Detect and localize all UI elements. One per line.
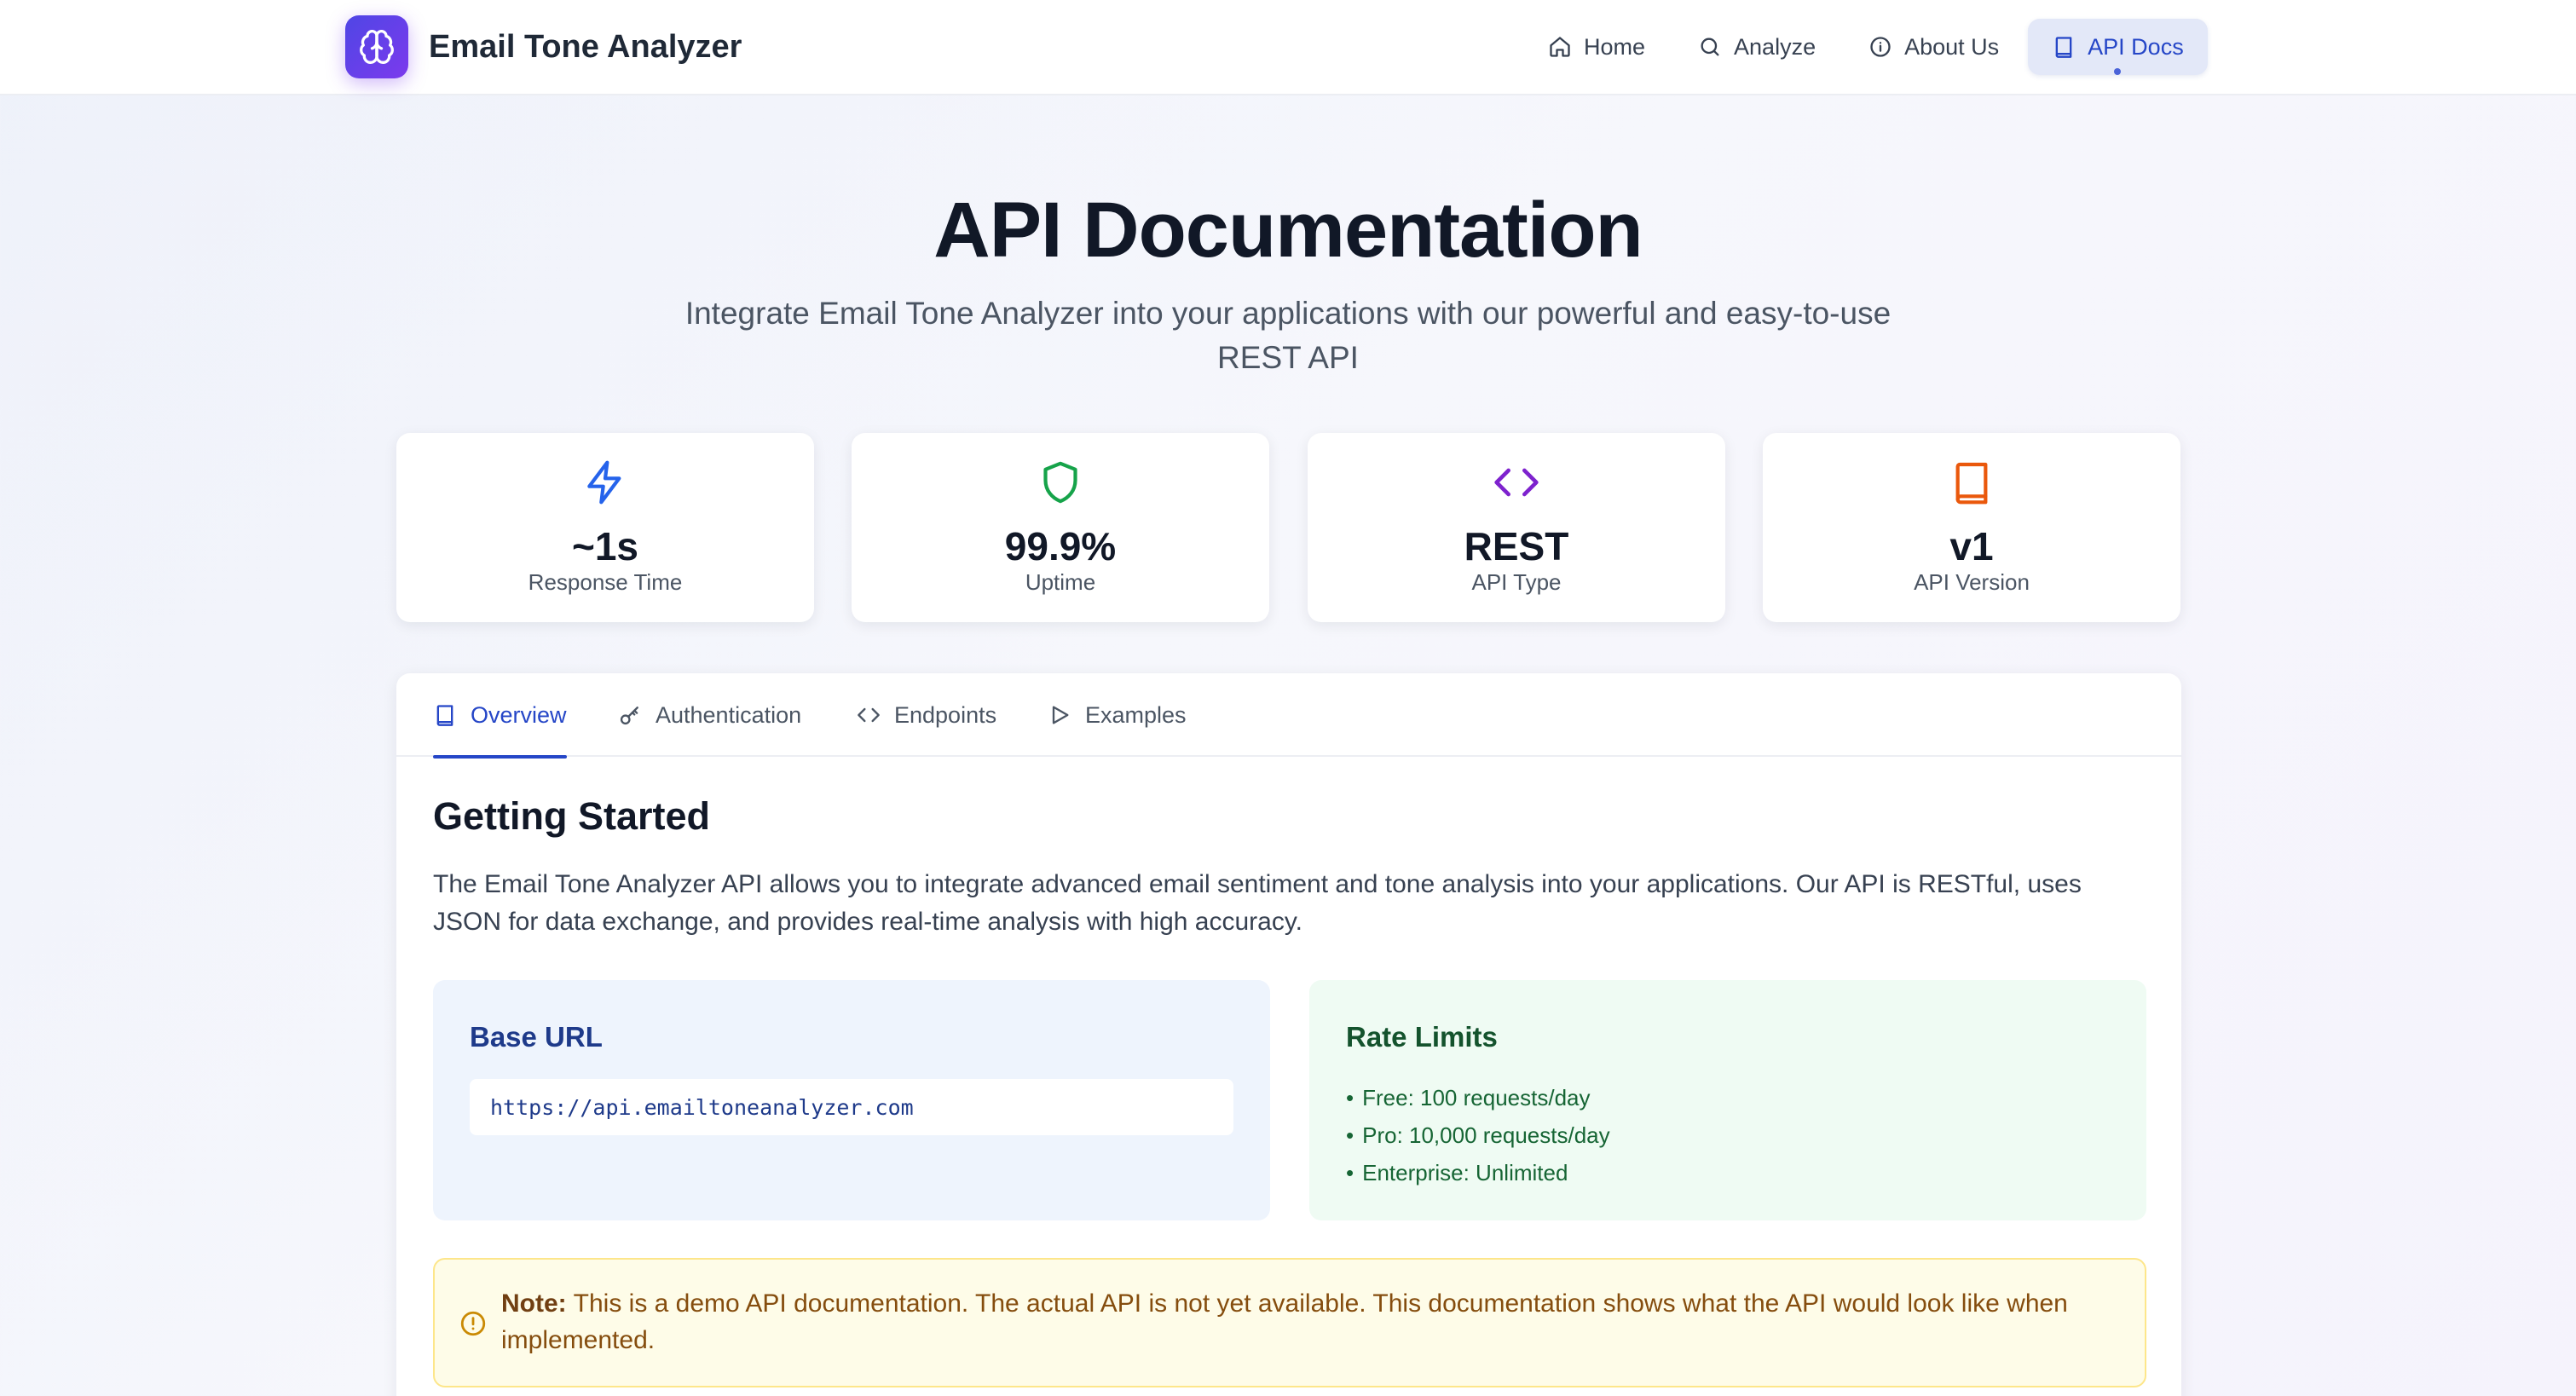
base-url-title: Base URL [470,1021,603,1053]
nav-api-docs[interactable]: API Docs [2028,19,2208,75]
book-icon [436,705,453,726]
brand[interactable]: Email Tone Analyzer [345,15,742,78]
docs-card: Overview Authentication Endpoints Exampl… [396,673,2181,1396]
rate-limits-title: Rate Limits [1346,1021,1498,1053]
tab-bar: Overview Authentication Endpoints Exampl… [396,673,2181,759]
page-title: API Documentation [933,187,1643,274]
base-url-code[interactable]: https://api.emailtoneanalyzer.com [470,1079,1233,1135]
tab-endpoints[interactable]: Endpoints [857,673,996,757]
stat-card-uptime: 99.9% Uptime [852,433,1269,622]
stat-card-response-time: ~1s Response Time [396,433,814,622]
list-item: Pro: 10,000 requests/day [1346,1116,1610,1154]
search-icon [1701,37,1719,56]
brain-icon [345,15,408,78]
stat-value: ~1s [571,524,639,568]
base-url-panel: Base URL https://api.emailtoneanalyzer.c… [433,980,1270,1220]
page-subtitle: Integrate Email Tone Analyzer into your … [684,296,1892,375]
tab-endpoints-label: Endpoints [894,701,997,728]
nav-home[interactable]: Home [1524,19,1669,75]
tab-overview[interactable]: Overview [433,673,567,759]
nav-about-us[interactable]: About Us [1845,19,2023,75]
code-icon [1308,459,1725,506]
stat-label: Response Time [528,569,683,595]
tab-overview-label: Overview [471,701,567,728]
stat-card-api-version: v1 API Version [1763,433,2180,622]
section-title: Getting Started [433,794,711,838]
active-indicator-dot [2114,68,2122,75]
nav-links: Home Analyze About Us API Docs [1524,19,2213,75]
info-icon [1870,37,1891,57]
nav-api-docs-label: API Docs [2088,33,2184,60]
book-icon [1763,459,2180,506]
nav-analyze-label: Analyze [1734,33,1816,60]
tab-examples-label: Examples [1085,701,1187,728]
stat-value: v1 [1949,524,1994,568]
play-icon [1052,706,1069,724]
stat-value: 99.9% [1004,524,1117,568]
code-icon [858,707,880,723]
rate-limits-list: Free: 100 requests/day Pro: 10,000 reque… [1346,1079,1610,1191]
tab-authentication[interactable]: Authentication [618,673,801,757]
alert-circle-icon [459,1309,488,1342]
stat-label: API Version [1914,569,2030,595]
rate-limits-panel: Rate Limits Free: 100 requests/day Pro: … [1309,980,2146,1220]
tab-authentication-label: Authentication [656,701,802,728]
note-text: Note: This is a demo API documentation. T… [501,1285,2121,1359]
key-icon [620,707,638,725]
nav-home-label: Home [1584,33,1646,60]
book-icon [2055,37,2072,58]
nav-analyze[interactable]: Analyze [1674,19,1840,75]
shield-icon [852,459,1269,506]
list-item: Free: 100 requests/day [1346,1079,1610,1116]
top-navbar: Email Tone Analyzer Home Analyze About U… [0,0,2576,95]
section-description: The Email Tone Analyzer API allows you t… [433,870,2082,936]
stat-card-api-type: REST API Type [1308,433,1725,622]
demo-note-alert: Note: This is a demo API documentation. T… [433,1258,2146,1387]
nav-about-label: About Us [1904,33,2000,60]
stat-value: REST [1464,524,1569,568]
list-item: Enterprise: Unlimited [1346,1154,1610,1191]
note-body: This is a demo API documentation. The ac… [501,1289,2068,1354]
active-tab-underline [433,755,567,759]
note-label: Note: [501,1289,567,1318]
stat-label: API Type [1471,569,1562,595]
home-icon [1550,37,1570,57]
stat-label: Uptime [1025,569,1096,595]
tab-examples[interactable]: Examples [1048,673,1187,757]
zap-icon [396,459,814,506]
app-title: Email Tone Analyzer [429,28,742,65]
